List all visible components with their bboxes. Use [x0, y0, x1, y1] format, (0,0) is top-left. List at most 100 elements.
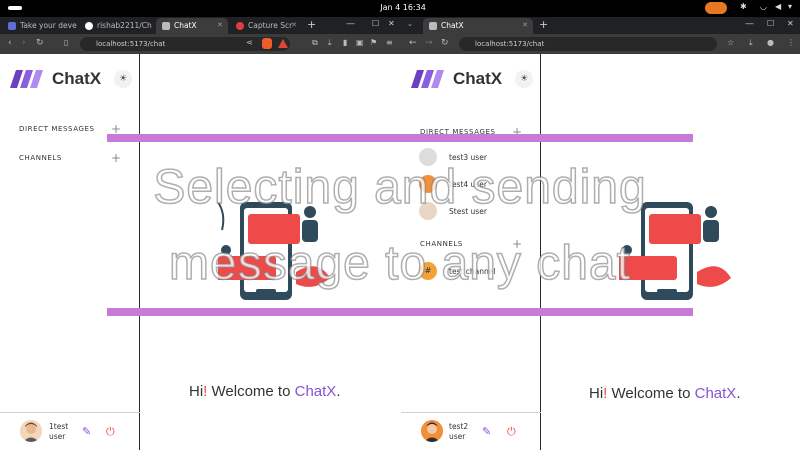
new-tab-icon[interactable]: + [539, 19, 548, 31]
overlay-top-band [107, 134, 693, 142]
greeting-suffix: . [736, 385, 741, 402]
tab-label: ChatX [441, 21, 464, 30]
tab-label: Take your devel [20, 21, 77, 30]
minimize-icon[interactable]: — [346, 19, 355, 29]
tab-take-your-devel[interactable]: Take your devel [2, 18, 77, 34]
brand-name: ChatX [453, 69, 503, 88]
theme-toggle-icon[interactable]: ☀ [515, 70, 533, 88]
user-avatar-icon [421, 420, 443, 442]
greeting-middle: Welcome to [207, 383, 295, 400]
recording-indicator-icon[interactable] [705, 2, 727, 14]
power-menu-icon[interactable]: ▾ [788, 2, 792, 11]
avatar[interactable] [421, 420, 443, 442]
tab-label: Capture Scr [248, 21, 293, 30]
tab-capture-screen[interactable]: Capture Scr ✕ [230, 18, 302, 34]
page-favicon-icon [429, 22, 437, 30]
theme-toggle-icon[interactable]: ☀ [114, 70, 132, 88]
profile-icon[interactable]: ● [767, 38, 774, 48]
bookmark-icon[interactable]: ▯ [64, 38, 68, 48]
chatx-logo-icon [10, 70, 43, 88]
direct-messages-label: DIRECT MESSAGES [19, 125, 95, 133]
activities-icon[interactable] [8, 6, 22, 10]
system-clock[interactable]: Jan 4 16:34 [368, 3, 438, 12]
greeting-brand: ChatX [694, 385, 737, 402]
avatar[interactable] [20, 420, 42, 442]
site-favicon-icon [8, 22, 16, 30]
greeting-hi: Hi [189, 383, 204, 400]
user-name-line2: user [449, 432, 466, 441]
github-icon [85, 22, 93, 30]
close-tab-icon[interactable]: ✕ [217, 21, 223, 29]
menu-icon[interactable]: ≡ [386, 38, 393, 48]
system-top-bar: Jan 4 16:34 ✱ ◡ ◀ ▾ [0, 0, 800, 17]
reload-icon[interactable]: ↻ [441, 38, 449, 48]
maximize-icon[interactable]: ☐ [372, 19, 379, 28]
back-icon[interactable]: ← [409, 38, 417, 48]
wallet-icon[interactable]: ▣ [356, 38, 364, 48]
url-text: localhost:5173/chat [96, 40, 166, 48]
back-icon[interactable]: ‹ [8, 38, 12, 48]
edit-profile-icon[interactable]: ✎ [482, 426, 491, 438]
reload-icon[interactable]: ↻ [36, 38, 44, 48]
overlay-caption-line1: Selecting and sending [153, 160, 647, 215]
edit-profile-icon[interactable]: ✎ [82, 426, 91, 438]
close-tab-icon[interactable]: ✕ [291, 21, 297, 29]
user-footer: test2 user ✎ ⏻ [401, 412, 541, 450]
tab-chatx[interactable]: ChatX ✕ [423, 18, 533, 34]
address-toolbar: ← → ↻ localhost:5173/chat ☆ ⤓ ● ⋮ [401, 34, 800, 54]
tab-chatx[interactable]: ChatX ✕ [156, 18, 228, 34]
address-toolbar: ‹ › ↻ ▯ localhost:5173/chat ⋖ ⧉ ⤓ ▮ ▣ ⚑ … [0, 34, 401, 54]
record-icon [236, 22, 244, 30]
logout-icon[interactable]: ⏻ [507, 426, 516, 438]
maximize-icon[interactable]: ☐ [767, 19, 774, 28]
url-text: localhost:5173/chat [475, 40, 545, 48]
volume-icon: ◀ [775, 2, 782, 11]
user-name-line1: 1test [49, 422, 69, 431]
close-window-icon[interactable]: ✕ [388, 19, 395, 28]
user-avatar-icon [20, 420, 42, 442]
new-tab-icon[interactable]: + [307, 19, 316, 31]
user-footer: 1test user ✎ ⏻ [0, 412, 140, 450]
greeting-middle: Welcome to [607, 385, 695, 402]
share-icon[interactable]: ⋖ [246, 38, 253, 48]
forward-icon[interactable]: › [22, 38, 26, 48]
close-tab-icon[interactable]: ✕ [522, 21, 528, 29]
greeting-brand: ChatX [294, 383, 337, 400]
download-icon[interactable]: ⤓ [328, 38, 332, 48]
url-field[interactable]: localhost:5173/chat [80, 37, 290, 51]
bluetooth-icon: ✱ [740, 2, 747, 11]
welcome-greeting: Hi! Welcome to ChatX. [589, 385, 740, 402]
url-field[interactable]: localhost:5173/chat [459, 37, 717, 51]
user-name-line1: test2 [449, 422, 469, 431]
overlay-caption-line2: message to any chat [168, 236, 631, 291]
forward-icon[interactable]: → [425, 38, 433, 48]
bookmark-star-icon[interactable]: ☆ [727, 38, 734, 48]
close-window-icon[interactable]: ✕ [787, 19, 794, 28]
tab-strip: ⌄ ChatX ✕ + — ☐ ✕ [401, 17, 800, 34]
menu-icon[interactable]: ⋮ [787, 38, 795, 48]
brave-rewards-icon[interactable] [278, 39, 288, 48]
greeting-hi: Hi [589, 385, 604, 402]
tab-label: ChatX [174, 21, 197, 30]
download-icon[interactable]: ⤓ [749, 38, 753, 48]
sidebar-toggle-icon[interactable]: ▮ [343, 38, 347, 48]
tab-label: rishab2211/Ch [97, 21, 152, 30]
user-name-line2: user [49, 432, 66, 441]
page-favicon-icon [162, 22, 170, 30]
extensions-icon[interactable]: ⧉ [312, 38, 318, 48]
overlay-bottom-band [107, 308, 693, 316]
welcome-greeting: Hi! Welcome to ChatX. [189, 383, 340, 400]
brave-shield-icon[interactable] [262, 38, 272, 49]
tab-search-icon[interactable]: ⌄ [407, 20, 413, 28]
logout-icon[interactable]: ⏻ [106, 426, 115, 438]
tab-github[interactable]: rishab2211/Ch [79, 18, 154, 34]
greeting-suffix: . [336, 383, 341, 400]
wifi-icon: ◡ [760, 2, 767, 11]
minimize-icon[interactable]: — [745, 19, 754, 29]
left-browser-window: Take your devel rishab2211/Ch ChatX ✕ Ca… [0, 17, 401, 450]
tab-strip: Take your devel rishab2211/Ch ChatX ✕ Ca… [0, 17, 401, 34]
vpn-icon[interactable]: ⚑ [370, 38, 377, 48]
brand-name: ChatX [52, 69, 102, 88]
right-browser-window: ⌄ ChatX ✕ + — ☐ ✕ ← → ↻ localhost:5173/c… [401, 17, 800, 450]
chatx-logo-icon [411, 70, 444, 88]
